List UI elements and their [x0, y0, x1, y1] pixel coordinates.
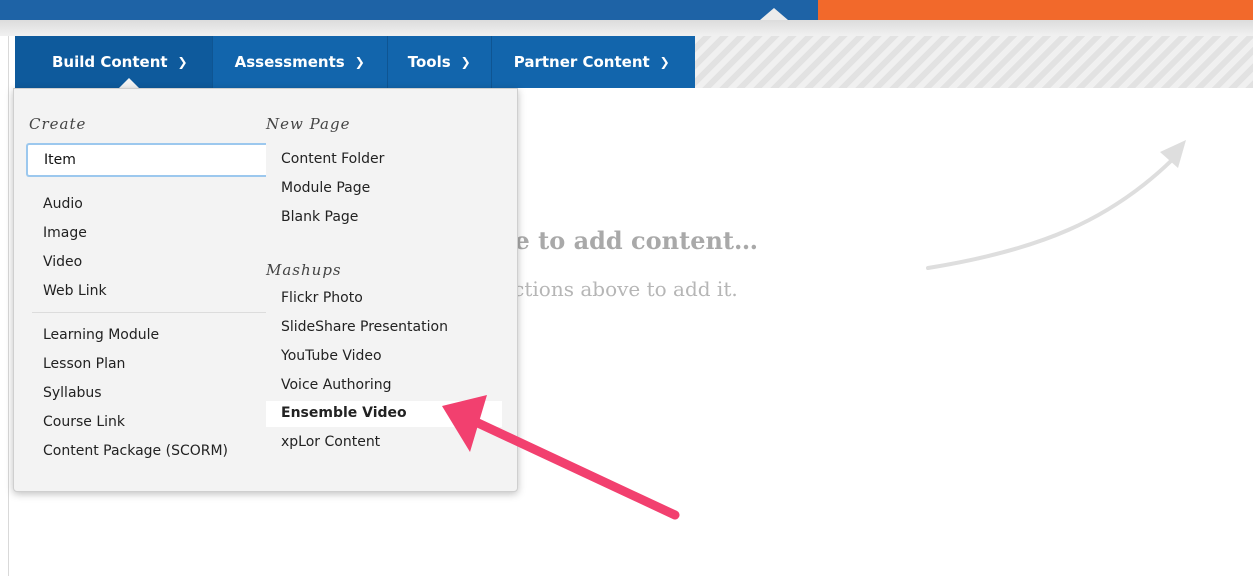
top-notch [760, 8, 788, 20]
active-tab-pointer [119, 78, 139, 88]
menu-item-lesson-plan[interactable]: Lesson Plan [43, 356, 125, 372]
menu-item-video[interactable]: Video [43, 254, 82, 270]
menu-item-blank-page[interactable]: Blank Page [281, 209, 358, 225]
tab-tools[interactable]: Tools ❯ [388, 36, 492, 88]
empty-state-subtitle: functions above to add it. [480, 277, 738, 301]
menu-item-item[interactable]: Item [26, 143, 266, 177]
tab-assessments[interactable]: Assessments ❯ [213, 36, 388, 88]
menu-item-xplor-content[interactable]: xpLor Content [281, 434, 380, 450]
menu-item-image[interactable]: Image [43, 225, 87, 241]
menu-item-module-page[interactable]: Module Page [281, 180, 370, 196]
tab-build-content[interactable]: Build Content ❯ [15, 36, 213, 88]
menu-item-youtube-video[interactable]: YouTube Video [281, 348, 382, 364]
build-content-dropdown: Create Item Audio Image Video Web Link L… [13, 88, 518, 492]
tab-label: Assessments [234, 53, 345, 71]
menu-item-voice-authoring[interactable]: Voice Authoring [281, 377, 392, 393]
chevron-down-icon: ❯ [460, 55, 471, 69]
menu-item-web-link[interactable]: Web Link [43, 283, 107, 299]
top-brand-bar [0, 0, 818, 20]
menu-item-audio[interactable]: Audio [43, 196, 83, 212]
new-page-heading: New Page [266, 115, 351, 133]
tab-label: Build Content [52, 53, 168, 71]
menu-item-slideshare[interactable]: SlideShare Presentation [281, 319, 448, 335]
content-action-bar: Build Content ❯ Assessments ❯ Tools ❯ Pa… [15, 36, 695, 88]
menu-item-course-link[interactable]: Course Link [43, 414, 125, 430]
decorative-curved-arrow [926, 158, 1174, 270]
chevron-down-icon: ❯ [354, 55, 365, 69]
menu-item-syllabus[interactable]: Syllabus [43, 385, 102, 401]
create-heading: Create [29, 115, 87, 133]
menubar-hatch-fill [695, 36, 1253, 88]
decorative-arrow-head [1160, 140, 1186, 168]
menu-item-ensemble-video[interactable]: Ensemble Video [281, 405, 407, 421]
chevron-down-icon: ❯ [177, 55, 188, 69]
tab-partner-content[interactable]: Partner Content ❯ [492, 36, 692, 88]
header-band [0, 20, 1253, 36]
empty-state-title: ime to add content… [480, 226, 759, 255]
tab-label: Tools [407, 53, 451, 71]
top-accent-bar [818, 0, 1253, 20]
chevron-down-icon: ❯ [659, 55, 670, 69]
menu-item-flickr-photo[interactable]: Flickr Photo [281, 290, 363, 306]
menu-divider [32, 312, 266, 313]
menu-item-learning-module[interactable]: Learning Module [43, 327, 159, 343]
tab-label: Partner Content [513, 53, 650, 71]
menu-item-content-folder[interactable]: Content Folder [281, 151, 384, 167]
left-border [8, 36, 9, 576]
mashups-heading: Mashups [266, 261, 342, 279]
menu-item-content-package[interactable]: Content Package (SCORM) [43, 443, 228, 459]
